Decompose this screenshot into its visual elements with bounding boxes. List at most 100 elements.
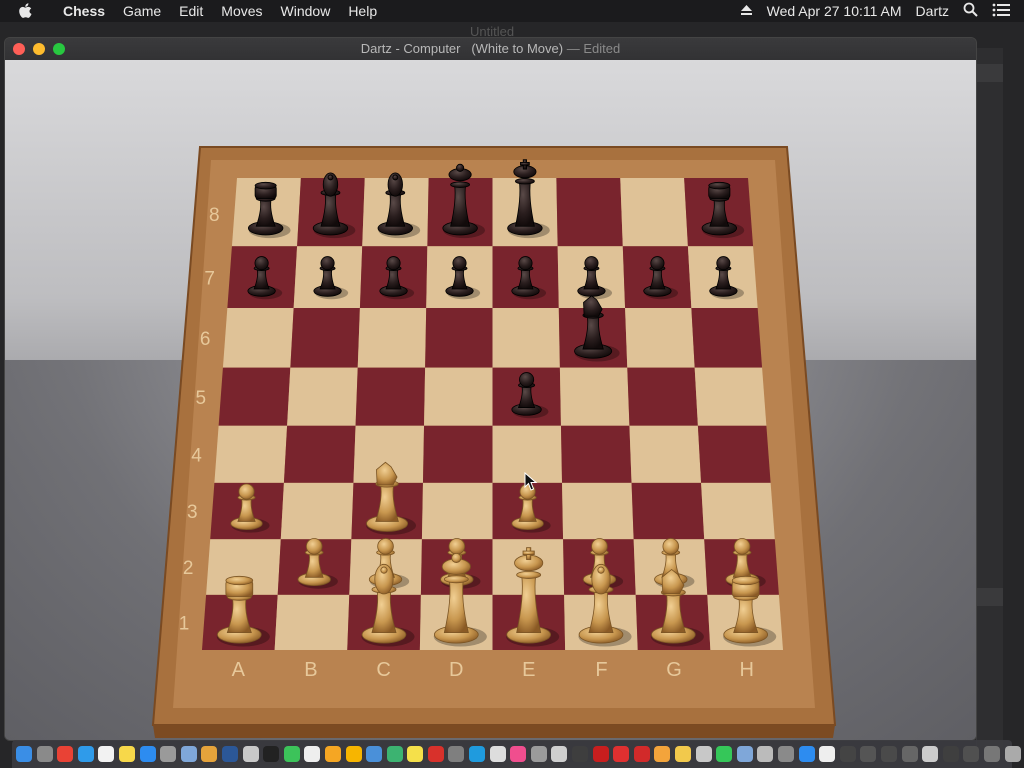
board-square-shade	[631, 482, 705, 540]
preview-icon[interactable]	[180, 746, 197, 762]
background-window	[976, 48, 1003, 748]
edge-icon[interactable]	[469, 746, 486, 762]
window-thumb-5-icon[interactable]	[922, 746, 939, 762]
board-square-shade	[218, 367, 291, 426]
background-window-title: Untitled	[470, 24, 515, 39]
automator-icon[interactable]	[530, 746, 547, 762]
menu-moves[interactable]: Moves	[212, 0, 271, 22]
menu-bar: Chess Game Edit Moves Window Help Wed Ap…	[0, 0, 1024, 22]
board-square-shade	[691, 308, 763, 368]
pages-icon[interactable]	[324, 746, 341, 762]
board-square-shade	[355, 367, 426, 426]
board-square-shade	[422, 425, 493, 483]
board-square-shade	[283, 425, 356, 483]
menu-user[interactable]: Dartz	[916, 3, 949, 19]
puzzle-icon[interactable]	[695, 746, 712, 762]
board-square-shade	[562, 482, 634, 540]
messages-icon[interactable]	[716, 746, 733, 762]
window-title: Dartz - Computer (White to Move) — Edite…	[5, 41, 976, 56]
wand-icon[interactable]	[757, 746, 774, 762]
board-square-shade	[620, 178, 688, 247]
board-square-shade	[424, 367, 493, 426]
window-title-main: Dartz - Computer (White to Move)	[360, 41, 564, 56]
board-square-shade	[625, 308, 695, 368]
bee-icon[interactable]	[633, 746, 650, 762]
launchpad-icon[interactable]	[36, 746, 53, 762]
menu-chess[interactable]: Chess	[54, 0, 114, 22]
calendar-icon[interactable]	[98, 746, 115, 762]
rank-label: 2	[183, 558, 194, 579]
file-label: E	[522, 659, 535, 681]
pdf-icon[interactable]	[551, 746, 568, 762]
numbers-icon[interactable]	[386, 746, 403, 762]
menu-edit[interactable]: Edit	[170, 0, 212, 22]
photo-booth-icon[interactable]	[592, 746, 609, 762]
rank-label: 7	[204, 269, 215, 290]
document-icon[interactable]	[304, 746, 321, 762]
notes-icon[interactable]	[118, 746, 135, 762]
sketch-icon[interactable]	[345, 746, 362, 762]
finder-doc-icon[interactable]	[242, 746, 259, 762]
spotlight-search-icon[interactable]	[963, 2, 978, 20]
chrome-icon[interactable]	[57, 746, 74, 762]
app-store-icon[interactable]	[139, 746, 156, 762]
calculator-icon[interactable]	[448, 746, 465, 762]
board-square-shade	[559, 367, 630, 426]
menu-game[interactable]: Game	[114, 0, 170, 22]
chess-window: Dartz - Computer (White to Move) — Edite…	[5, 38, 976, 740]
no-entry-icon[interactable]	[613, 746, 630, 762]
board-square-shade	[492, 308, 560, 368]
home-icon[interactable]	[654, 746, 671, 762]
app-store-2-icon[interactable]	[798, 746, 815, 762]
file-label: F	[595, 659, 607, 681]
board-square-shade	[274, 594, 350, 650]
window-thumb-3-icon[interactable]	[880, 746, 897, 762]
window-thumb-7-icon[interactable]	[963, 746, 980, 762]
safari-icon[interactable]	[77, 746, 94, 762]
keynote-icon[interactable]	[366, 746, 383, 762]
plane-icon[interactable]	[736, 746, 753, 762]
chess-board-view[interactable]: 8 7 6 5 4 3 2 1 A B C D E F G H	[5, 60, 976, 740]
rank-label: 4	[191, 445, 202, 466]
board-squares	[202, 178, 783, 650]
menu-window[interactable]: Window	[272, 0, 340, 22]
apple-menu-icon[interactable]	[18, 3, 38, 19]
mouse-cursor-icon	[524, 472, 538, 491]
file-icon[interactable]	[819, 746, 836, 762]
rank-label: 8	[209, 205, 220, 226]
itunes-icon[interactable]	[510, 746, 527, 762]
menu-help[interactable]: Help	[339, 0, 386, 22]
window-titlebar[interactable]: Dartz - Computer (White to Move) — Edite…	[5, 38, 976, 61]
finder-icon[interactable]	[16, 746, 32, 762]
trash-icon[interactable]	[1004, 746, 1021, 762]
system-preferences-icon[interactable]	[160, 746, 177, 762]
board-square-shade	[560, 425, 632, 483]
window-thumb-4-icon[interactable]	[901, 746, 918, 762]
notification-center-icon[interactable]	[992, 3, 1010, 20]
menu-clock[interactable]: Wed Apr 27 10:11 AM	[767, 3, 902, 19]
window-thumb-8-icon[interactable]	[983, 746, 1000, 762]
eject-icon[interactable]	[740, 3, 753, 19]
word-icon[interactable]	[221, 746, 238, 762]
script-icon[interactable]	[489, 746, 506, 762]
facetime-icon[interactable]	[283, 746, 300, 762]
board-square-shade	[694, 367, 767, 426]
books-icon[interactable]	[201, 746, 218, 762]
terminal-icon[interactable]	[263, 746, 280, 762]
activity-monitor-icon[interactable]	[572, 746, 589, 762]
board-square-shade	[222, 308, 294, 368]
window-thumb-2-icon[interactable]	[860, 746, 877, 762]
window-thumb-1-icon[interactable]	[839, 746, 856, 762]
photos-icon[interactable]	[675, 746, 691, 762]
stickies-icon[interactable]	[407, 746, 424, 762]
archive-icon[interactable]	[777, 746, 794, 762]
chess-scene: 8 7 6 5 4 3 2 1 A B C D E F G H	[5, 60, 976, 740]
window-thumb-6-icon[interactable]	[942, 746, 959, 762]
board-square-shade	[421, 482, 493, 540]
board-square-shade	[425, 308, 493, 368]
board-square-shade	[357, 308, 427, 368]
board-square-shade	[701, 482, 775, 540]
acrobat-icon[interactable]	[427, 746, 444, 762]
rank-label: 5	[195, 388, 206, 409]
board-square-shade	[214, 425, 288, 483]
